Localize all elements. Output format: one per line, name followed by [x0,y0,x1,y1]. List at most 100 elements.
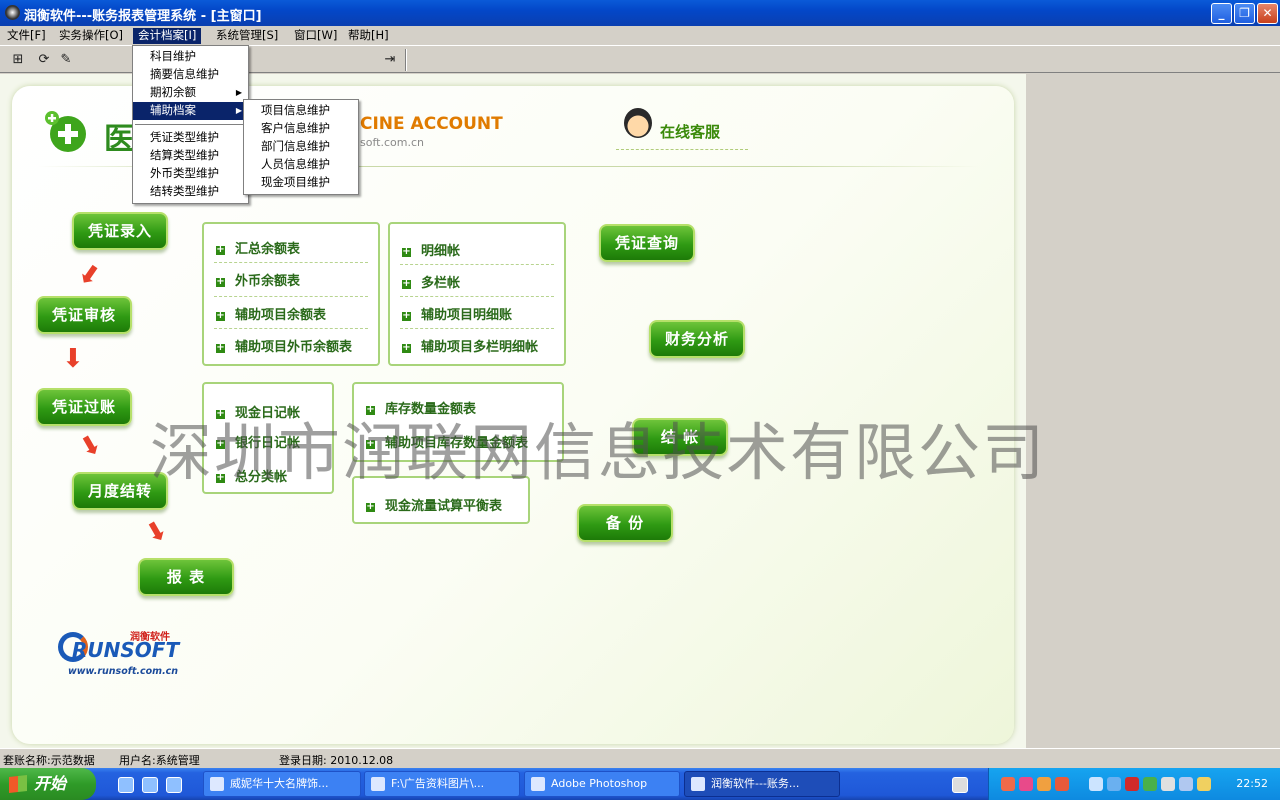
task-photoshop[interactable]: Adobe Photoshop [524,771,680,797]
start-button[interactable]: 开始 [0,768,96,800]
aux-multi-column-link[interactable]: 辅助项目多栏明细帐 [402,336,538,355]
submenu-item-customer[interactable]: 客户信息维护 [244,120,358,138]
edit-icon[interactable]: ✎ [58,52,74,68]
window-title: 润衡软件---账务报表管理系统 - [主窗口] [24,9,262,24]
status-user: 用户名:系统管理 [119,754,200,767]
submenu-item-cash-project[interactable]: 现金项目维护 [244,174,358,192]
app-icon[interactable] [5,5,20,20]
volume-icon[interactable] [1089,777,1103,791]
maximize-button[interactable]: ❐ [1234,3,1255,24]
tray-icon[interactable] [1107,777,1121,791]
status-login-date: 登录日期: 2010.12.08 [279,754,394,767]
submenu-arrow-icon: ▶ [235,106,242,115]
divider [400,328,554,329]
menu-window[interactable]: 窗口[W] [289,28,342,44]
voucher-review-button[interactable]: 凭证审核 [36,296,132,334]
menu-item-currency-type[interactable]: 外币类型维护 [133,165,248,183]
arrow-icon: ⬇ [62,344,84,374]
cashflow-trial-link[interactable]: 现金流量试算平衡表 [366,495,502,514]
menu-accounting-archive[interactable]: 会计档案[I] [133,28,202,44]
voucher-post-button[interactable]: 凭证过账 [36,388,132,426]
aux-foreign-balance-link[interactable]: 辅助项目外币余额表 [216,336,352,355]
antivirus-icon[interactable] [1125,777,1139,791]
menu-system[interactable]: 系统管理[S] [211,28,283,44]
backup-button[interactable]: 备 份 [577,504,673,542]
minimize-button[interactable]: _ [1211,3,1232,24]
taskbar: 开始 威妮华十大名牌饰... F:\广告资料图片\... Adobe Photo… [0,768,1280,800]
detail-ledgers-box: 明细帐 多栏帐 辅助项目明细账 辅助项目多栏明细帐 [388,222,566,366]
status-account: 套账名称:示范数据 [3,754,95,767]
tray-icon[interactable] [1161,777,1175,791]
empty-area [1026,74,1280,748]
menu-help[interactable]: 帮助[H] [343,28,394,44]
balance-reports-box: 汇总余额表 外币余额表 辅助项目余额表 辅助项目外币余额表 [202,222,380,366]
title-bar: 润衡软件---账务报表管理系统 - [主窗口] _ ❐ ✕ [0,0,1280,26]
divider [214,262,368,263]
task-folder[interactable]: F:\广告资料图片\... [364,771,520,797]
online-service-label: 在线客服 [660,123,721,141]
task-runsoft[interactable]: 润衡软件---账务... [684,771,840,797]
tray-icon[interactable] [1001,777,1015,791]
quicklaunch-icon[interactable] [142,777,158,793]
foreign-balance-link[interactable]: 外币余额表 [216,270,300,289]
tray-icon[interactable] [1197,777,1211,791]
tree-icon[interactable]: ⊞ [10,52,26,68]
tray-icon[interactable] [1019,777,1033,791]
refresh-icon[interactable]: ⟳ [36,52,52,68]
menu-item-label: 期初余额 [150,85,196,99]
taskbar-app-icon[interactable] [952,777,968,793]
multi-column-ledger-link[interactable]: 多栏帐 [402,272,460,291]
summary-balance-link[interactable]: 汇总余额表 [216,238,300,257]
logo-english: CINE ACCOUNT [360,114,503,134]
divider [400,264,554,265]
logo-url: soft.com.cn [360,136,424,149]
folder-icon [371,777,385,791]
medical-cross-icon [45,111,86,152]
tray-icon[interactable] [1055,777,1069,791]
ie-icon[interactable] [118,777,134,793]
menu-file[interactable]: 文件[F] [2,28,51,44]
voucher-query-button[interactable]: 凭证查询 [599,224,695,262]
divider [400,296,554,297]
network-icon[interactable] [1179,777,1193,791]
menu-item-voucher-type[interactable]: 凭证类型维护 [133,129,248,147]
quicklaunch-icon[interactable] [166,777,182,793]
accounting-archive-menu: 科目维护 摘要信息维护 期初余额 ▶ 辅助档案 ▶ 凭证类型维护 结算类型维护 外币… [132,45,249,204]
tray-icon[interactable] [1037,777,1051,791]
tray-icon[interactable] [1143,777,1157,791]
menu-item-transfer-type[interactable]: 结转类型维护 [133,183,248,201]
menu-item-settlement-type[interactable]: 结算类型维护 [133,147,248,165]
menu-operations[interactable]: 实务操作[O] [54,28,128,44]
close-button[interactable]: ✕ [1257,3,1278,24]
task-label: F:\广告资料图片\... [391,777,485,790]
task-browser[interactable]: 威妮华十大名牌饰... [203,771,361,797]
aux-balance-link[interactable]: 辅助项目余额表 [216,304,326,323]
submenu-item-project[interactable]: 项目信息维护 [244,102,358,120]
aux-detail-link[interactable]: 辅助项目明细账 [402,304,512,323]
report-button[interactable]: 报 表 [138,558,234,596]
agent-avatar-icon [624,108,652,138]
detail-ledger-link[interactable]: 明细帐 [402,240,460,259]
online-service[interactable]: 在线客服 [616,106,748,150]
menu-item-subject[interactable]: 科目维护 [133,48,248,66]
voucher-entry-button[interactable]: 凭证录入 [72,212,168,250]
menu-item-aux-archive[interactable]: 辅助档案 ▶ [133,102,248,120]
menu-item-label: 辅助档案 [150,103,196,117]
logo-title: 医 [104,122,134,157]
submenu-item-personnel[interactable]: 人员信息维护 [244,156,358,174]
submenu-item-department[interactable]: 部门信息维护 [244,138,358,156]
aux-archive-submenu: 项目信息维护 客户信息维护 部门信息维护 人员信息维护 现金项目维护 [243,99,359,195]
runsoft-url: www.runsoft.com.cn [68,666,179,677]
finance-analysis-button[interactable]: 财务分析 [649,320,745,358]
menu-item-summary[interactable]: 摘要信息维护 [133,66,248,84]
task-label: 威妮华十大名牌饰... [230,777,329,790]
divider [214,296,368,297]
exit-icon[interactable]: ⇥ [382,52,398,68]
submenu-arrow-icon: ▶ [235,88,242,97]
runsoft-logo: 润衡软件 RUNSOFT www.runsoft.com.cn [46,626,182,688]
runsoft-en: RUNSOFT [72,638,180,662]
menu-item-opening-balance[interactable]: 期初余额 ▶ [133,84,248,102]
menu-bar: 文件[F] 实务操作[O] 会计档案[I] 系统管理[S] 窗口[W] 帮助[H… [0,26,1280,45]
toolbar-separator [405,49,407,71]
task-label: 润衡软件---账务... [711,777,800,790]
